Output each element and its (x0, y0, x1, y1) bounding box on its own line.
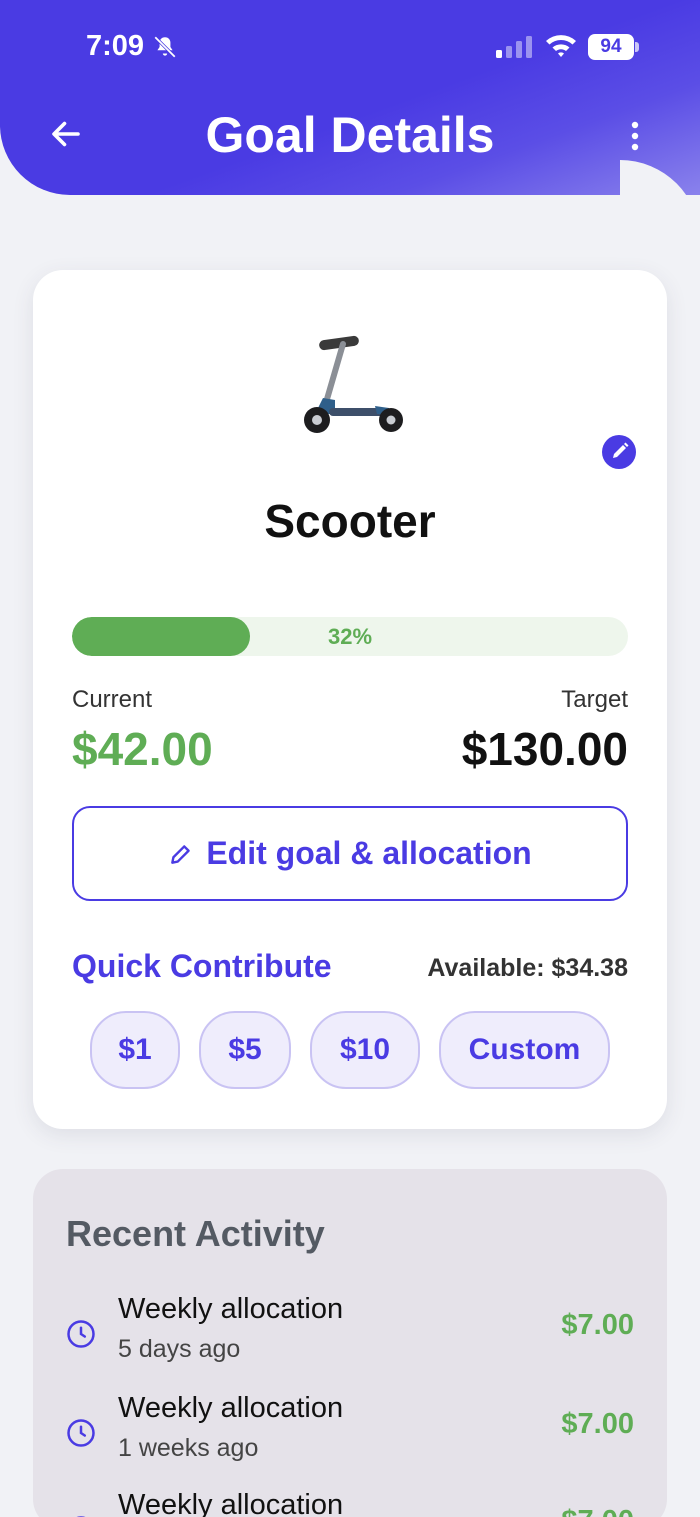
activity-time: 5 days ago (118, 1335, 241, 1363)
status-time: 7:09 (86, 30, 145, 62)
activity-time: 1 weeks ago (118, 1434, 259, 1462)
contribute-5-button[interactable]: $5 (199, 1011, 291, 1089)
wifi-icon (546, 35, 576, 57)
edit-goal-label: Edit goal & allocation (206, 835, 532, 871)
more-options-icon[interactable] (620, 116, 650, 156)
activity-item[interactable]: Weekly allocation 1 weeks ago $7.00 (33, 1392, 667, 1482)
activity-item[interactable]: Weekly allocation $7.00 (33, 1489, 667, 1517)
bell-muted-icon (154, 36, 176, 58)
activity-title: Weekly allocation (118, 1293, 344, 1325)
edit-goal-allocation-button[interactable]: Edit goal & allocation (72, 806, 628, 901)
target-label: Target (561, 686, 628, 713)
contribute-10-button[interactable]: $10 (310, 1011, 420, 1089)
activity-item[interactable]: Weekly allocation 5 days ago $7.00 (33, 1293, 667, 1383)
activity-amount: $7.00 (561, 1408, 634, 1440)
clock-icon (67, 1320, 95, 1348)
pencil-icon (613, 442, 629, 458)
goal-progress-bar: 32% (72, 617, 628, 656)
quick-contribute-title: Quick Contribute (72, 948, 332, 984)
edit-icon-button[interactable] (602, 435, 636, 469)
activity-amount: $7.00 (561, 1505, 634, 1517)
pencil-icon (171, 844, 191, 864)
scooter-icon (304, 335, 403, 433)
contribute-custom-button[interactable]: Custom (439, 1011, 610, 1089)
contribute-1-button[interactable]: $1 (90, 1011, 180, 1089)
current-amount: $42.00 (72, 723, 213, 775)
activity-amount: $7.00 (561, 1309, 634, 1341)
goal-card: Scooter 32% Current Target $42.00 $130.0… (33, 270, 667, 1129)
target-amount: $130.00 (461, 723, 628, 775)
activity-title: Weekly allocation (118, 1392, 344, 1424)
cellular-signal-icon (496, 36, 532, 58)
recent-activity-card: Recent Activity Weekly allocation 5 days… (33, 1169, 667, 1517)
goal-name: Scooter (264, 495, 436, 547)
battery-tip (635, 42, 639, 52)
current-label: Current (72, 686, 153, 713)
battery-indicator: 94 (588, 34, 634, 60)
available-balance: Available: $34.38 (427, 954, 628, 982)
recent-activity-title: Recent Activity (66, 1213, 325, 1254)
clock-icon (67, 1419, 95, 1447)
progress-percent-label: 32% (327, 624, 373, 649)
activity-title: Weekly allocation (118, 1489, 344, 1517)
page-title: Goal Details (205, 107, 495, 163)
